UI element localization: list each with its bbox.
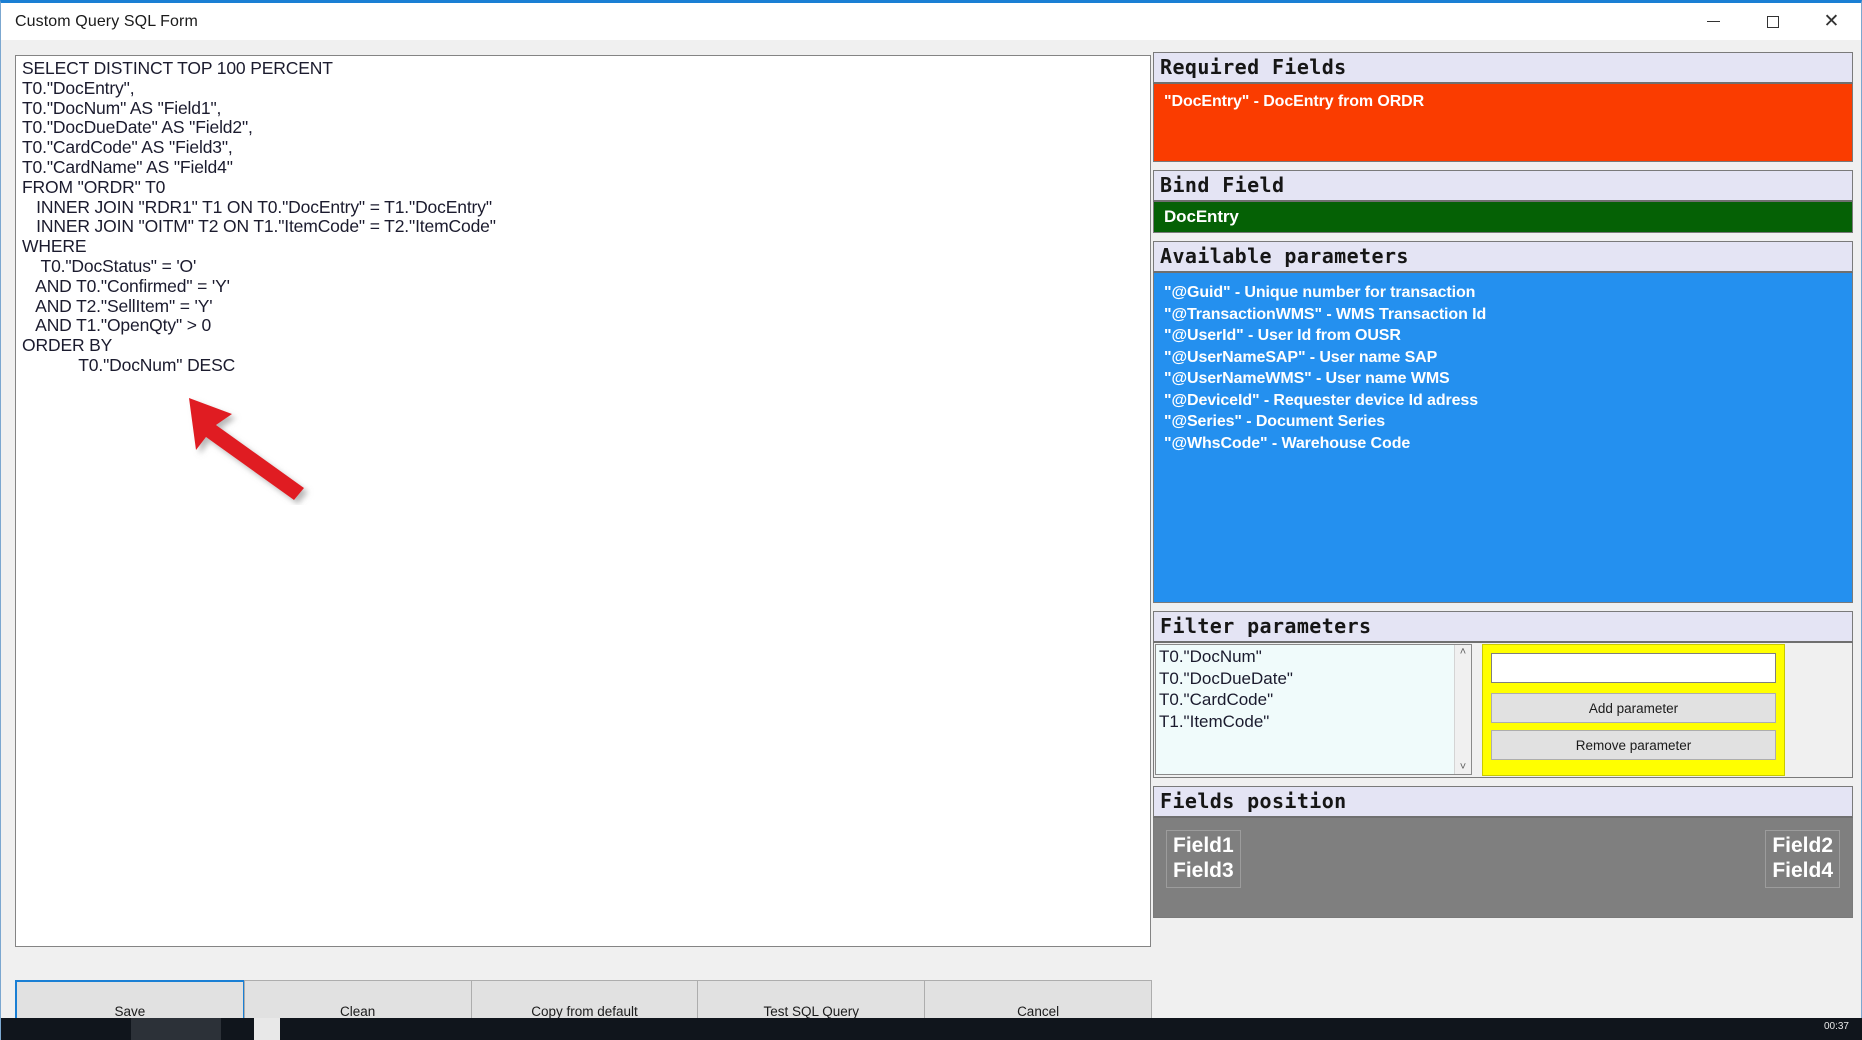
filter-parameter-item[interactable]: T0."DocNum" (1156, 645, 1471, 667)
available-parameter-item[interactable]: "@Series" - Document Series (1154, 411, 1852, 433)
available-parameter-item[interactable]: "@Guid" - Unique number for transaction (1154, 273, 1852, 304)
filter-list-scrollbar[interactable]: ˄ ˅ (1454, 645, 1471, 774)
filter-parameter-item[interactable]: T1."ItemCode" (1156, 710, 1471, 732)
parameter-name-input[interactable] (1491, 653, 1776, 683)
right-panel: Required Fields "DocEntry" - DocEntry fr… (1153, 52, 1853, 1040)
window-title: Custom Query SQL Form (1, 13, 198, 31)
available-parameter-item[interactable]: "@UserNameSAP" - User name SAP (1154, 347, 1852, 369)
field-label[interactable]: Field1 (1173, 833, 1234, 858)
maximize-icon (1767, 16, 1779, 28)
fields-position-header: Fields position (1153, 786, 1853, 818)
required-fields-header: Required Fields (1153, 52, 1853, 84)
filter-parameters-header: Filter parameters (1153, 611, 1853, 643)
spacer (1153, 162, 1853, 170)
spacer (1153, 233, 1853, 241)
spacer (1153, 603, 1853, 611)
fields-position-canvas[interactable]: Field1 Field3 Field2 Field4 (1153, 818, 1853, 918)
filter-parameters-body: T0."DocNum" T0."DocDueDate" T0."CardCode… (1153, 643, 1853, 778)
filter-parameters-list[interactable]: T0."DocNum" T0."DocDueDate" T0."CardCode… (1155, 644, 1472, 775)
field-card-left[interactable]: Field1 Field3 (1166, 830, 1241, 888)
required-fields-list[interactable]: "DocEntry" - DocEntry from ORDR (1153, 84, 1853, 162)
field-label[interactable]: Field3 (1173, 858, 1234, 883)
taskbar-app-item[interactable] (131, 1018, 221, 1040)
available-parameter-item[interactable]: "@UserNameWMS" - User name WMS (1154, 368, 1852, 390)
add-parameter-button[interactable]: Add parameter (1491, 693, 1776, 723)
available-parameters-header: Available parameters (1153, 241, 1853, 273)
scroll-up-icon[interactable]: ˄ (1460, 645, 1466, 659)
sql-editor[interactable]: SELECT DISTINCT TOP 100 PERCENT T0."DocE… (15, 55, 1151, 947)
application-window: Custom Query SQL Form ✕ SELECT DISTINCT … (0, 0, 1862, 1040)
minimize-button[interactable] (1684, 3, 1743, 40)
sql-editor-text[interactable]: SELECT DISTINCT TOP 100 PERCENT T0."DocE… (16, 56, 1150, 376)
taskbar-app-icon[interactable] (254, 1018, 280, 1040)
taskbar[interactable]: 00:37 (1, 1018, 1862, 1040)
available-parameter-item[interactable]: "@WhsCode" - Warehouse Code (1154, 433, 1852, 455)
bind-field-value-box[interactable]: DocEntry (1153, 202, 1853, 233)
bind-field-header: Bind Field (1153, 170, 1853, 202)
field-label[interactable]: Field4 (1772, 858, 1833, 883)
available-parameter-item[interactable]: "@DeviceId" - Requester device Id adress (1154, 390, 1852, 412)
maximize-button[interactable] (1743, 3, 1802, 40)
close-button[interactable]: ✕ (1802, 3, 1861, 40)
filter-parameter-item[interactable]: T0."DocDueDate" (1156, 667, 1471, 689)
bind-field-value[interactable]: DocEntry (1154, 202, 1852, 228)
client-area: SELECT DISTINCT TOP 100 PERCENT T0."DocE… (1, 40, 1861, 1040)
taskbar-clock[interactable]: 00:37 (1824, 1021, 1849, 1032)
field-card-right[interactable]: Field2 Field4 (1765, 830, 1840, 888)
scroll-down-icon[interactable]: ˅ (1460, 760, 1466, 774)
available-parameter-item[interactable]: "@TransactionWMS" - WMS Transaction Id (1154, 304, 1852, 326)
available-parameter-item[interactable]: "@UserId" - User Id from OUSR (1154, 325, 1852, 347)
filter-parameter-item[interactable]: T0."CardCode" (1156, 688, 1471, 710)
close-icon: ✕ (1824, 12, 1840, 31)
window-controls: ✕ (1684, 3, 1861, 40)
spacer (1153, 778, 1853, 786)
field-label[interactable]: Field2 (1772, 833, 1833, 858)
required-field-item[interactable]: "DocEntry" - DocEntry from ORDR (1154, 84, 1852, 113)
title-bar: Custom Query SQL Form ✕ (1, 3, 1861, 40)
filter-parameter-controls: Add parameter Remove parameter (1482, 644, 1785, 776)
remove-parameter-button[interactable]: Remove parameter (1491, 730, 1776, 760)
available-parameters-list[interactable]: "@Guid" - Unique number for transaction … (1153, 273, 1853, 603)
minimize-icon (1707, 21, 1720, 22)
